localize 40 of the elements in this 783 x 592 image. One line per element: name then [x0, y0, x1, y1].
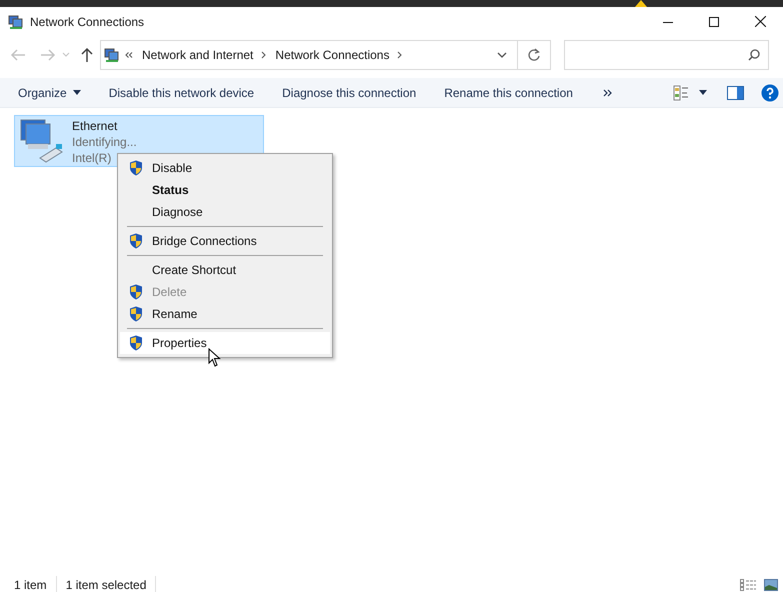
- view-options-icon[interactable]: [672, 84, 689, 100]
- menu-item[interactable]: Status: [120, 179, 330, 201]
- organize-menu[interactable]: Organize: [0, 78, 91, 108]
- double-chevron-icon: [125, 52, 133, 58]
- item-count: 1 item: [14, 576, 57, 592]
- caret-icon: [72, 90, 81, 95]
- refresh-icon[interactable]: [527, 48, 541, 62]
- preview-pane-icon[interactable]: [726, 86, 744, 100]
- menu-item[interactable]: Rename: [120, 303, 330, 325]
- up-arrow-icon[interactable]: [80, 47, 94, 63]
- connection-status: Identifying...: [72, 134, 137, 150]
- help-icon[interactable]: [760, 84, 779, 102]
- chevron-down-icon[interactable]: [497, 52, 507, 58]
- chevron-right-icon[interactable]: [261, 51, 266, 59]
- selection-count: 1 item selected: [66, 576, 156, 592]
- breadcrumb[interactable]: Network and Internet: [142, 46, 254, 64]
- menu-item[interactable]: Create Shortcut: [120, 259, 330, 281]
- caret-icon[interactable]: [698, 90, 707, 95]
- breadcrumb[interactable]: Network Connections: [275, 46, 390, 64]
- network-icon: [8, 14, 24, 30]
- device-name: Intel(R): [72, 150, 112, 166]
- address-bar[interactable]: Network and Internet Network Connections: [100, 40, 551, 70]
- maximize-icon: [709, 16, 719, 26]
- large-icons-view-icon[interactable]: [764, 578, 778, 590]
- mouse-cursor-icon: [208, 348, 221, 368]
- window-title: Network Connections: [30, 14, 144, 30]
- search-field[interactable]: [564, 40, 769, 70]
- close-icon: [754, 16, 766, 27]
- menu-item[interactable]: Diagnose: [120, 201, 330, 223]
- connection-name: Ethernet: [72, 118, 118, 134]
- search-icon: [748, 49, 760, 61]
- more-chevron-icon[interactable]: [602, 88, 612, 96]
- details-view-icon[interactable]: [740, 578, 756, 590]
- menu-item[interactable]: Properties: [120, 332, 330, 354]
- network-icon: [104, 47, 120, 63]
- command-button[interactable]: Diagnose this connection: [264, 78, 426, 108]
- command-button[interactable]: Rename this connection: [426, 78, 583, 108]
- chevron-right-icon[interactable]: [397, 51, 402, 59]
- menu-item[interactable]: Bridge Connections: [120, 230, 330, 252]
- command-button[interactable]: Disable this network device: [90, 78, 264, 108]
